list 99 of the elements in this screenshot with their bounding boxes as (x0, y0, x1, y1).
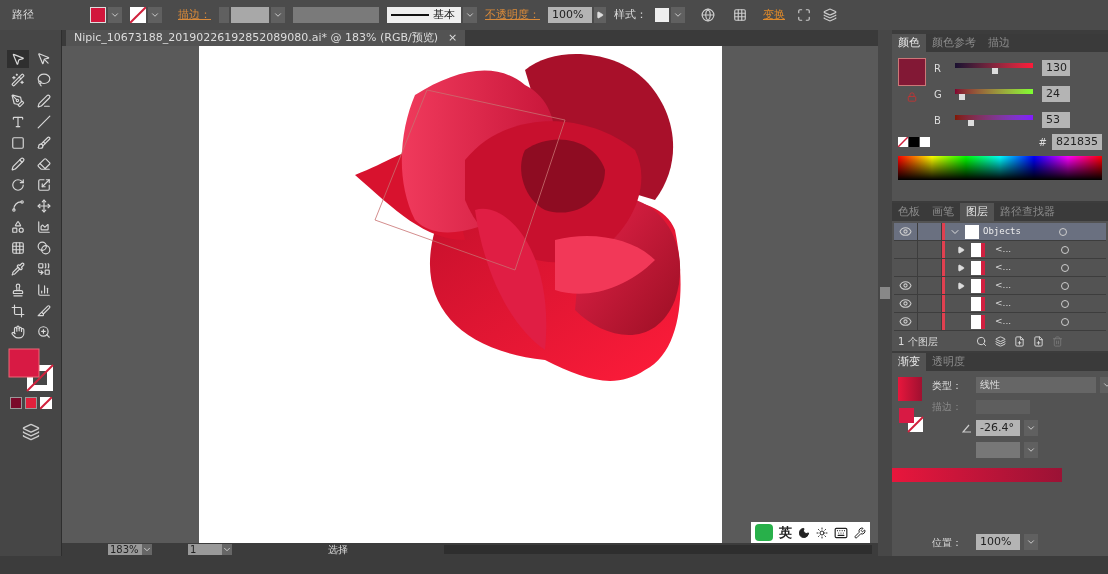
slider-thumb[interactable] (968, 119, 975, 126)
default-stroke-swatch[interactable] (920, 137, 930, 147)
panel-tab[interactable]: 画笔 (926, 203, 960, 222)
gradient-mode-swatch[interactable] (24, 397, 37, 409)
vertical-scrollbar[interactable] (878, 30, 892, 556)
type-label: 类型： (932, 378, 963, 393)
brush-dropdown[interactable]: 基本 (387, 7, 461, 23)
sublayer-thumbnail (971, 314, 985, 329)
sublayer-name: <... (995, 243, 1013, 257)
recolor-globe-icon[interactable] (701, 8, 715, 22)
dropdown-caret-icon[interactable] (222, 544, 232, 555)
gradient-type-dropdown[interactable]: 线性 (976, 377, 1096, 393)
visibility-eye-icon[interactable] (899, 297, 912, 311)
sublayer-thumbnail (971, 260, 985, 275)
layer-row[interactable]: <... (894, 259, 1106, 278)
opacity-field[interactable]: 100% (548, 7, 592, 23)
fill-stroke-swatches-icon[interactable] (6, 347, 55, 393)
panel-tab[interactable]: 颜色 (892, 34, 926, 52)
layer-row[interactable]: <... (894, 277, 1106, 296)
expand-arrow-icon[interactable] (957, 245, 965, 254)
sublayer-thumbnail (971, 242, 985, 257)
zoom-field[interactable]: 183% (108, 544, 142, 555)
status-text: 选择 (328, 543, 349, 557)
layer-thumbnail (965, 224, 979, 239)
settings-wrench-icon[interactable] (854, 526, 866, 539)
expand-arrow-icon[interactable] (957, 263, 965, 272)
fill-stroke-swatches-icon[interactable] (898, 407, 924, 433)
channel-label: B (934, 113, 942, 128)
color-mode-swatch[interactable] (9, 397, 22, 409)
layer-row[interactable]: <... (894, 295, 1106, 314)
gradient-swatch[interactable] (898, 377, 922, 401)
style-label: 样式： (614, 6, 647, 23)
default-fill-swatch[interactable] (909, 137, 919, 147)
keyboard-icon[interactable] (834, 525, 848, 540)
color-slider[interactable] (952, 88, 1036, 100)
none-swatch-icon[interactable] (898, 137, 908, 147)
no-stroke-swatch-icon[interactable] (130, 7, 146, 23)
visibility-eye-icon[interactable] (899, 315, 912, 329)
artboard-number-field[interactable]: 1 (188, 544, 222, 555)
panel-tab[interactable]: 路径查找器 (994, 203, 1061, 222)
location-field[interactable]: 100% (976, 534, 1020, 550)
lock-icon (907, 92, 917, 102)
visibility-eye-icon[interactable] (899, 225, 912, 239)
layer-name: Objects (983, 225, 1022, 239)
transform-link[interactable]: 变换 (763, 6, 785, 24)
style-swatch[interactable] (655, 8, 669, 22)
layer-row[interactable]: <... (894, 241, 1106, 260)
sublayer-name: <... (995, 279, 1013, 293)
channel-label: R (934, 61, 942, 76)
layer-count: 1 个图层 (898, 335, 939, 349)
channel-value-field[interactable]: 24 (1042, 86, 1070, 102)
sublayer-name: <... (995, 297, 1013, 311)
angle-icon (962, 423, 972, 433)
sublayer-thumbnail (971, 296, 985, 311)
panel-tab[interactable]: 颜色参考 (926, 34, 982, 52)
new-layer-icon[interactable] (1033, 336, 1044, 347)
hex-field[interactable]: 821835 (1052, 134, 1102, 150)
input-language-toggle[interactable]: 英 (779, 522, 792, 543)
channel-value-field[interactable]: 130 (1042, 60, 1070, 76)
location-label: 位置： (932, 535, 963, 550)
object-type-label: 路径 (12, 6, 35, 23)
expand-arrow-icon[interactable] (957, 281, 965, 290)
aspect-ratio-field[interactable] (976, 442, 1020, 458)
channel-value-field[interactable]: 53 (1042, 112, 1070, 128)
sublayer-name: <... (995, 261, 1013, 275)
slider-thumb[interactable] (959, 93, 966, 100)
document-title: Nipic_10673188_20190226192852089080.ai* @ 183% (RGB/预览) (74, 29, 439, 46)
sublayer-name: <... (995, 315, 1013, 329)
hex-label: # (1038, 135, 1047, 150)
opacity-link[interactable]: 不透明度： (485, 6, 540, 24)
dropdown-caret-icon[interactable] (142, 544, 152, 555)
new-sublayer-icon[interactable] (1014, 336, 1025, 347)
panel-tab[interactable]: 渐变 (892, 353, 926, 371)
moon-icon[interactable] (798, 526, 810, 539)
none-mode-icon[interactable] (39, 397, 52, 409)
layer-row[interactable]: <... (894, 313, 1106, 332)
search-icon[interactable] (976, 336, 987, 347)
panel-tab[interactable]: 图层 (960, 203, 994, 222)
color-spectrum[interactable] (898, 156, 1102, 180)
isolate-frame-icon[interactable] (797, 8, 811, 22)
stroke-link[interactable]: 描边： (178, 6, 211, 24)
panel-tab[interactable]: 透明度 (926, 353, 971, 371)
panel-tab[interactable]: 描边 (982, 34, 1016, 52)
close-tab-button[interactable]: × (448, 29, 458, 47)
color-slider[interactable] (952, 62, 1036, 74)
align-grid-icon[interactable] (733, 8, 747, 22)
channel-label: G (934, 87, 943, 102)
angle-field[interactable]: -26.4° (976, 420, 1020, 436)
visibility-eye-icon[interactable] (899, 279, 912, 293)
sublayer-thumbnail (971, 278, 985, 293)
document-tab[interactable]: Nipic_10673188_20190226192852089080.ai* @ 183% (RGB/预览) × (66, 30, 466, 46)
stroke-weight-field[interactable] (231, 7, 269, 23)
slider-thumb[interactable] (991, 67, 998, 74)
panel-tab[interactable]: 色板 (892, 203, 926, 222)
fill-swatch[interactable] (90, 7, 106, 23)
color-slider[interactable] (952, 114, 1036, 126)
fill-color-swatch[interactable] (898, 58, 926, 86)
gradient-slider-bar[interactable] (892, 468, 1062, 482)
layer-row[interactable]: Objects (894, 223, 1106, 242)
